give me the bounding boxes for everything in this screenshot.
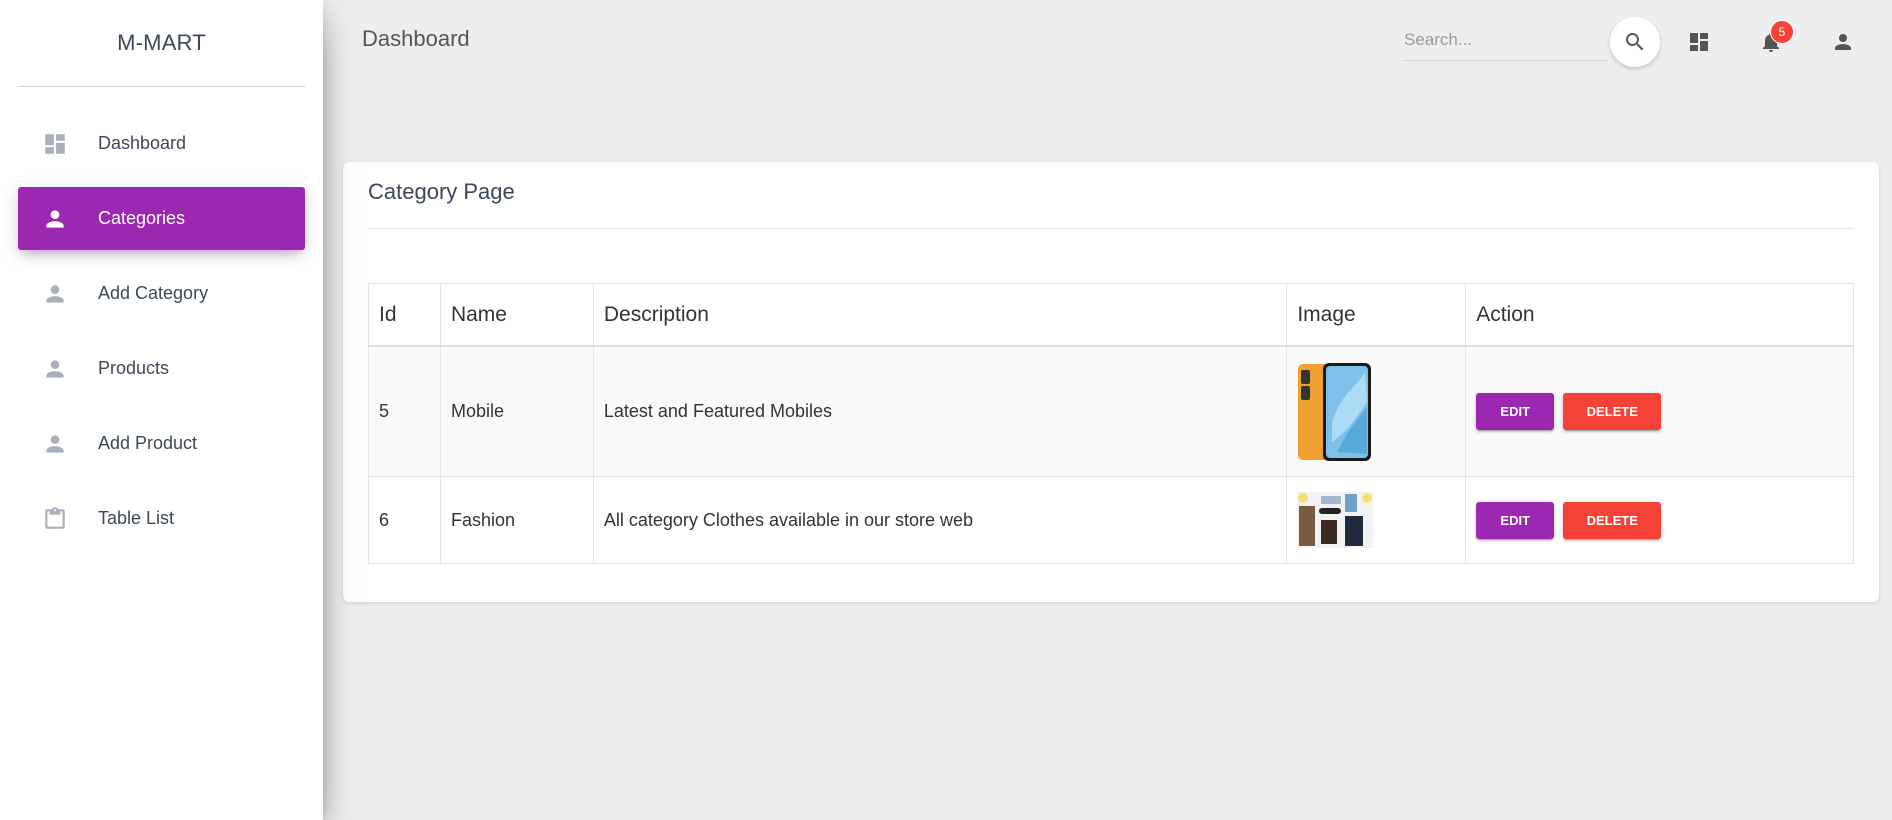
cell-name: Mobile: [439, 345, 594, 477]
sidebar-item-label: Dashboard: [98, 133, 187, 153]
sidebar-item-label: Table List: [98, 508, 175, 528]
sidebar-item-label: Categories: [98, 208, 186, 228]
column-header-image: Image: [1286, 283, 1467, 347]
sidebar-item-products[interactable]: Products: [18, 337, 305, 400]
card-title: Category Page: [368, 179, 515, 204]
table-header-row: Id Name Description Image Action: [368, 283, 1854, 347]
sidebar-item-categories[interactable]: Categories: [18, 187, 305, 250]
table-row: 5 Mobile Latest and Featured Mobiles EDI…: [368, 345, 1854, 477]
sidebar-item-dashboard[interactable]: Dashboard: [18, 112, 305, 175]
table-row: 6 Fashion All category Clothes available…: [368, 476, 1854, 564]
cell-id: 6: [368, 476, 441, 564]
fashion-clothes-thumbnail: [1297, 492, 1374, 548]
search-input[interactable]: [1404, 24, 1608, 56]
sidebar-item-label: Add Category: [98, 283, 209, 303]
cell-id: 5: [368, 345, 441, 477]
clipboard-icon: [42, 506, 68, 532]
mobile-phone-thumbnail: [1298, 362, 1372, 461]
user-profile-button[interactable]: [1827, 26, 1859, 58]
column-header-name: Name: [439, 283, 594, 347]
edit-button[interactable]: EDIT: [1476, 393, 1555, 430]
category-table: Id Name Description Image Action 5 Mobil…: [368, 283, 1854, 564]
search-button[interactable]: [1610, 17, 1660, 67]
delete-button[interactable]: DELETE: [1563, 393, 1662, 430]
sidebar-item-label: Products: [98, 358, 170, 378]
search-icon: [1623, 30, 1647, 54]
person-icon: [42, 281, 68, 307]
edit-button[interactable]: EDIT: [1476, 501, 1555, 539]
cell-name: Fashion: [439, 476, 594, 564]
dashboard-button[interactable]: [1683, 26, 1715, 58]
person-icon: [42, 431, 68, 457]
notification-badge: 5: [1770, 20, 1794, 44]
dashboard-icon: [42, 131, 68, 157]
person-icon: [42, 206, 68, 232]
person-icon: [1831, 30, 1855, 54]
cell-actions: EDIT DELETE: [1465, 476, 1854, 564]
column-header-id: Id: [368, 283, 441, 347]
sidebar-item-add-category[interactable]: Add Category: [18, 262, 305, 325]
search-field: [1404, 24, 1608, 61]
category-card: Category Page Id Name Description Image …: [343, 162, 1879, 602]
delete-button[interactable]: DELETE: [1563, 501, 1662, 539]
cell-description: All category Clothes available in our st…: [592, 476, 1288, 564]
brand-logo-text[interactable]: M-MART: [18, 0, 305, 87]
person-icon: [42, 356, 68, 382]
sidebar-item-table-list[interactable]: Table List: [18, 487, 305, 550]
page-title[interactable]: Dashboard: [362, 26, 470, 52]
column-header-description: Description: [592, 283, 1288, 347]
cell-image: [1286, 345, 1467, 477]
cell-description: Latest and Featured Mobiles: [592, 345, 1288, 477]
cell-actions: EDIT DELETE: [1465, 345, 1854, 477]
card-divider: [368, 228, 1854, 229]
sidebar-item-add-product[interactable]: Add Product: [18, 412, 305, 475]
sidebar: M-MART Dashboard Categories Add Category…: [0, 0, 323, 820]
cell-image: [1286, 476, 1467, 564]
sidebar-nav: Dashboard Categories Add Category Produc…: [18, 112, 305, 562]
column-header-action: Action: [1465, 283, 1854, 347]
dashboard-icon: [1687, 30, 1711, 54]
sidebar-item-label: Add Product: [98, 433, 198, 453]
